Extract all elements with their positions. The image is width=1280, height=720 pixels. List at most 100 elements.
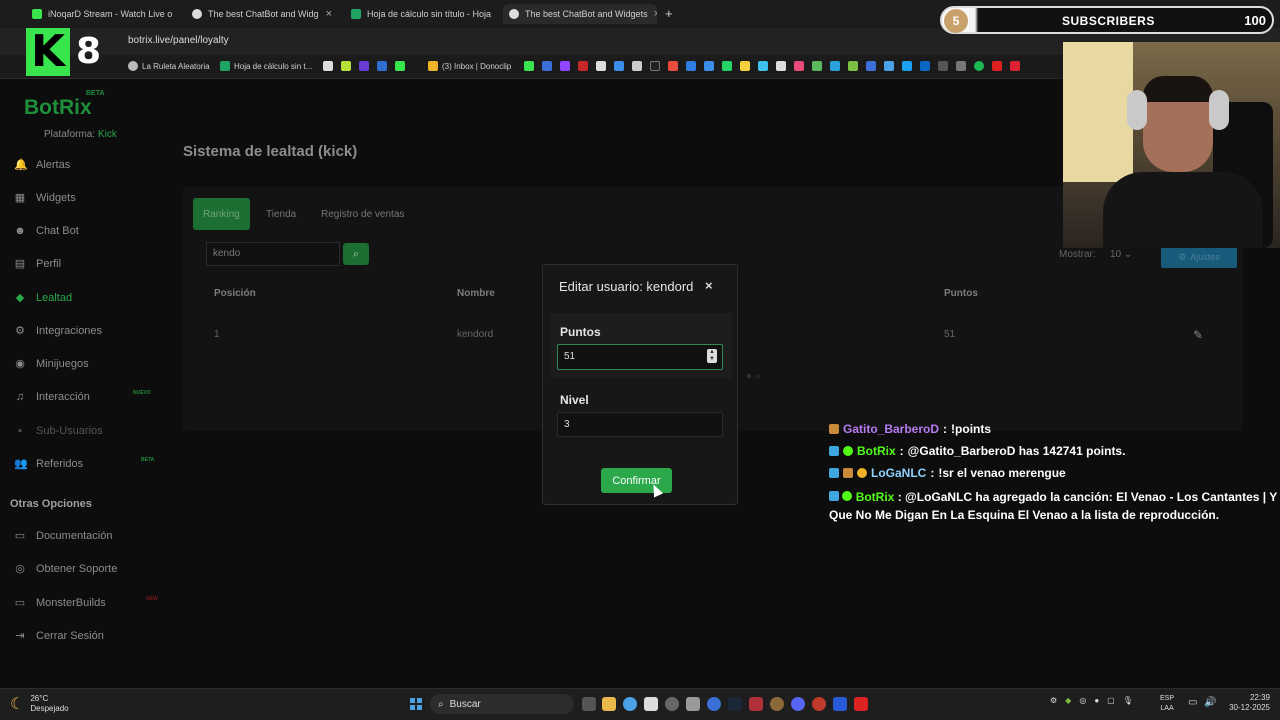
pagination[interactable]: ● » [746,371,760,382]
new-badge: NEW [146,596,158,602]
sidebar-item-label: Integraciones [36,325,103,337]
nvidia-icon[interactable]: ◆ [1065,696,1071,705]
sidebar-item-monsterbuilds[interactable]: ▭ MonsterBuilds [14,595,106,611]
bookmark-icon [1010,61,1020,71]
bell-icon: 🔔 [14,159,28,171]
sidebar-item-integraciones[interactable]: ⚙ Integraciones [14,323,102,339]
bookmark-icon [992,61,1002,71]
table-cell-name: kendord [457,329,494,340]
discord-icon[interactable] [791,697,805,711]
url-text[interactable]: botrix.live/panel/loyalty [128,35,229,46]
sidebar-item-lealtad[interactable]: ◆ Lealtad [14,290,72,306]
close-icon[interactable]: × [705,278,713,293]
stream-logo-overlay: K 8 [26,28,102,78]
new-tab-button[interactable]: + [665,6,673,21]
network-icon[interactable]: ▭ [1188,697,1197,708]
browser-tab-sheets[interactable]: Hoja de cálculo sin título - Hoja × [345,4,497,24]
bookmark-icons-a[interactable] [323,61,405,71]
sidebar-item-label: Cerrar Sesión [36,630,104,642]
bookmark-icon [758,61,768,71]
sidebar-item-cerrar-sesion[interactable]: ⇥ Cerrar Sesión [14,628,104,644]
points-input[interactable]: 51 [557,344,723,370]
bookmark-sheets[interactable]: Hoja de cálculo sin t... [220,61,312,71]
botrix-logo[interactable]: BotRix [24,96,92,120]
logo-number: 8 [76,31,102,72]
bookmark-icon [740,61,750,71]
mic-icon[interactable]: 🎙 [1123,696,1133,705]
platform-info: Plataforma: Kick [44,129,117,140]
bookmark-ruleta[interactable]: La Ruleta Aleatoria [128,61,210,71]
app-icon[interactable] [686,697,700,711]
bookmark-icon [377,61,387,71]
browser-tab-stream[interactable]: iNoqarD Stream - Watch Live o × [26,4,178,24]
app-icon[interactable] [749,697,763,711]
sidebar-item-documentacion[interactable]: ▭ Documentación [14,528,113,544]
level-input[interactable]: 3 [557,412,723,437]
page-size-select[interactable]: 10 ⌄ [1110,249,1132,260]
close-tab-icon[interactable]: × [326,8,332,20]
sidebar-item-soporte[interactable]: ◎ Obtener Soporte [14,561,117,577]
number-spinner[interactable]: ▲ ▼ [707,349,717,363]
windows-start-icon[interactable] [410,698,422,710]
language-indicator[interactable]: ESP LAA [1160,694,1174,714]
globe-icon [128,61,138,71]
sidebar-item-widgets[interactable]: ▦ Widgets [14,190,76,206]
app-icon[interactable] [665,697,679,711]
botrix-icon [509,9,519,19]
bookmark-label: Hoja de cálculo sin t... [234,61,313,71]
sidebar-item-perfil[interactable]: ▤ Perfil [14,256,61,272]
tray-icon[interactable]: ⚙ [1050,696,1057,705]
sidebar-item-referidos[interactable]: 👥 Referidos [14,456,83,472]
app-icon[interactable] [644,697,658,711]
tab-tienda[interactable]: Tienda [256,198,306,230]
points-label: Puntos [560,325,601,339]
sidebar-item-minijuegos[interactable]: ◉ Minijuegos [14,356,88,372]
tab-registro-ventas[interactable]: Registro de ventas [311,198,414,230]
sidebar-item-alertas[interactable]: 🔔 Alertas [14,157,70,173]
bot-badge-icon [829,446,839,456]
system-tray[interactable]: ⚙ ◆ ◎ ● ▢ 🎙 [1050,696,1133,705]
edit-pencil-icon[interactable]: ✎ [1193,328,1203,342]
steam-icon[interactable] [728,697,742,711]
tray-icon[interactable]: ▢ [1107,696,1115,705]
sidebar-item-label: Chat Bot [36,225,79,237]
search-input[interactable]: kendo [206,242,340,266]
sidebar-item-chat-bot[interactable]: ☻ Chat Bot [14,223,79,239]
chat-separator: : [943,422,948,436]
tab-ranking[interactable]: Ranking [193,198,250,230]
bookmark-icon [614,61,624,71]
bot-badge-icon [829,468,839,478]
app-icon[interactable] [833,697,847,711]
bookmark-label: La Ruleta Aleatoria [142,61,210,71]
task-view-icon[interactable] [582,697,596,711]
sidebar-item-interaccion[interactable]: ♫ Interacción [14,389,90,405]
bookmark-icon [704,61,714,71]
weather-widget[interactable]: ☾ 26°C Despejado [10,694,69,714]
settings-button[interactable]: ⚙ Ajustes [1161,246,1237,268]
steam-tray-icon[interactable]: ● [1094,696,1099,705]
chrome-icon[interactable] [623,697,637,711]
app-icon[interactable] [812,697,826,711]
browser-tab-botrix-active[interactable]: The best ChatBot and Widgets × [503,4,657,24]
close-tab-icon[interactable]: × [654,8,657,20]
subscribers-goal-overlay: 5 SUBSCRIBERS 100 [940,6,1274,34]
clock-time: 22:39 [1249,693,1270,702]
tray-icon[interactable]: ◎ [1079,696,1086,705]
taskbar-search[interactable]: ⌕ Buscar [430,694,574,714]
app-icon[interactable] [854,697,868,711]
sidebar-item-label: Interacción [36,391,90,403]
bookmark-donoclip[interactable]: (3) Inbox | Donoclip [428,61,511,71]
sidebar-item-label: Obtener Soporte [36,563,118,575]
app-icon[interactable] [770,697,784,711]
sidebar-item-label: Perfil [36,258,62,270]
search-button[interactable]: ⌕ [343,243,369,265]
bookmark-icon [686,61,696,71]
bookmark-icons-b[interactable] [524,61,1020,71]
app-icon[interactable] [707,697,721,711]
volume-icon[interactable]: 🔊 [1204,697,1216,708]
folder-icon[interactable] [602,697,616,711]
sidebar-item-sub-usuarios[interactable]: ▪ Sub-Usuarios [14,423,103,439]
taskbar-clock[interactable]: 22:39 30-12-2025 [1226,693,1270,713]
browser-tab-botrix-1[interactable]: The best ChatBot and Widg × [186,4,338,24]
verified-badge-icon [842,491,853,501]
